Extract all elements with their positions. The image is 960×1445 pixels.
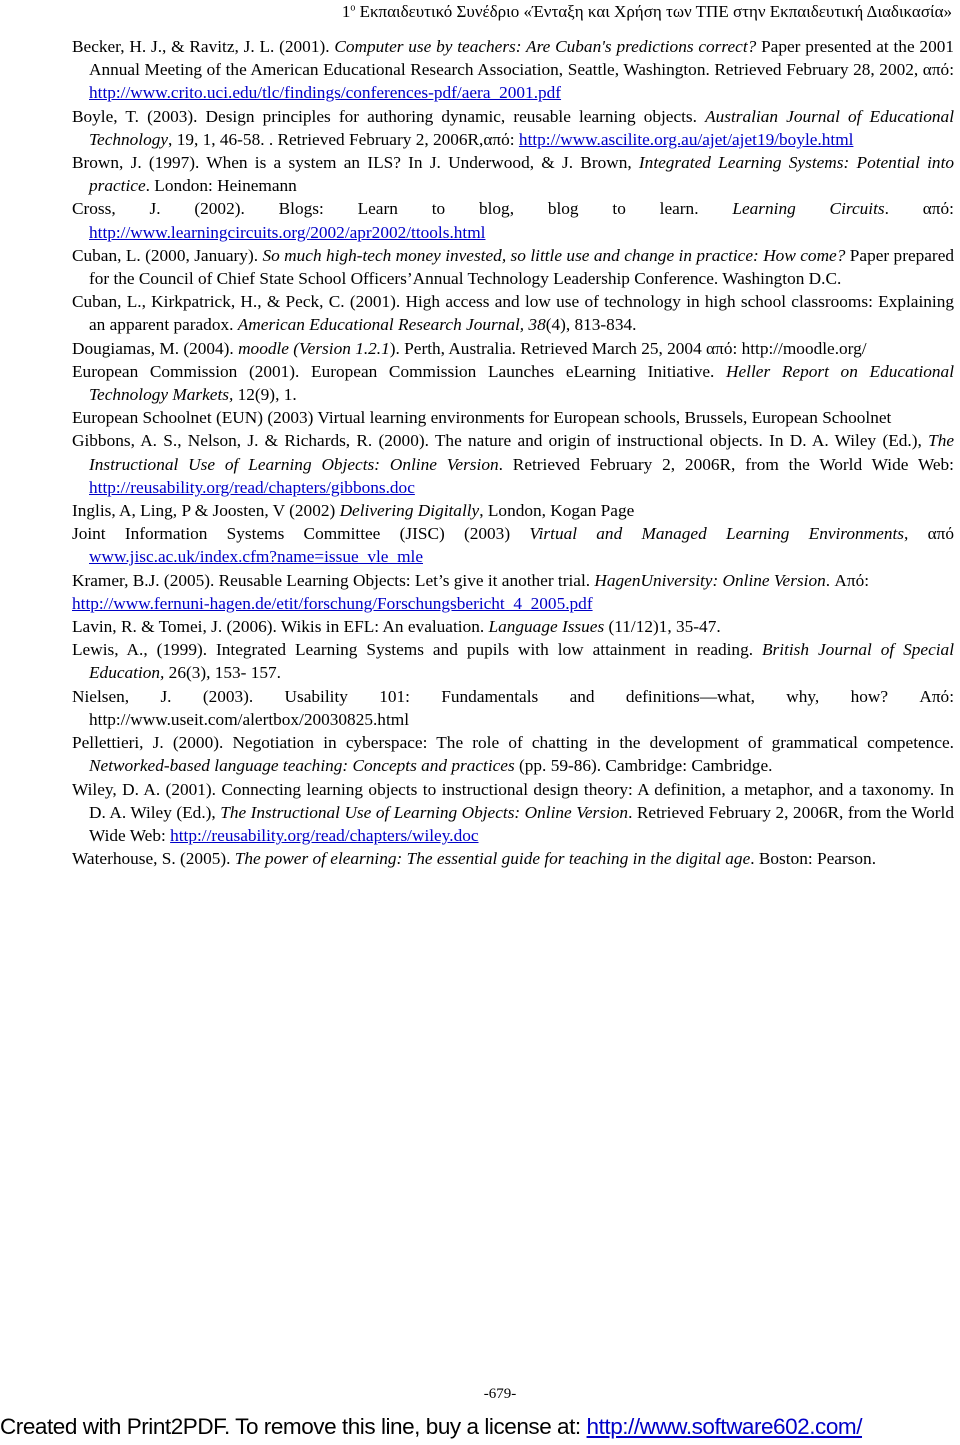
reference-entry: Gibbons, A. S., Nelson, J. & Richards, R… xyxy=(72,429,954,499)
reference-text: , 19, 1, 46-58. . Retrieved February 2, … xyxy=(168,129,519,149)
reference-text: . Boston: Pearson. xyxy=(750,849,877,869)
reference-text: Becker, H. J., & Ravitz, J. L. (2001). xyxy=(72,37,335,56)
reference-entry: Cross, J. (2002). Blogs: Learn to blog, … xyxy=(72,197,954,243)
reference-text: 12(9), 1. xyxy=(233,385,297,405)
reference-italic-title: Language Issues xyxy=(488,617,605,637)
reference-url-link[interactable]: http://reusability.org/read/chapters/wil… xyxy=(170,826,478,845)
reference-url-link[interactable]: http://www.ascilite.org.au/ajet/ajet19/b… xyxy=(519,130,854,149)
reference-text: ). Perth, Australia. Retrieved March 25,… xyxy=(389,338,867,358)
reference-list: Becker, H. J., & Ravitz, J. L. (2001). C… xyxy=(72,35,954,870)
header-title: Εκπαιδευτικό Συνέδριο «Ένταξη και Χρήση … xyxy=(355,2,952,21)
reference-entry: Cuban, L. (2000, January). So much high-… xyxy=(72,244,954,290)
reference-text: Joint Information Systems Committee (JIS… xyxy=(72,524,530,544)
reference-text: Cross, J. (2002). Blogs: Learn to blog, … xyxy=(72,199,733,219)
reference-entry: Becker, H. J., & Ravitz, J. L. (2001). C… xyxy=(72,35,954,105)
reference-entry: Waterhouse, S. (2005). The power of elea… xyxy=(72,847,954,870)
reference-text: Inglis, A, Ling, P & Joosten, V (2002) xyxy=(72,501,340,521)
reference-entry: Inglis, A, Ling, P & Joosten, V (2002) D… xyxy=(72,499,954,522)
reference-url-link[interactable]: http://reusability.org/read/chapters/gib… xyxy=(89,478,415,497)
reference-text: Waterhouse, S. (2005). xyxy=(72,849,235,869)
reference-entry: Boyle, T. (2003). Design principles for … xyxy=(72,105,954,151)
reference-entry: Brown, J. (1997). When is a system an IL… xyxy=(72,151,954,197)
reference-text: , από xyxy=(904,524,955,544)
reference-url-link[interactable]: http://www.crito.uci.edu/tlc/findings/co… xyxy=(89,83,561,102)
footer-text: Created with Print2PDF. To remove this l… xyxy=(0,1414,587,1439)
reference-text: Boyle, T. (2003). Design principles for … xyxy=(72,106,706,126)
reference-text: (4), 813-834. xyxy=(545,315,637,335)
reference-text: European Commission (2001). European Com… xyxy=(72,361,727,381)
reference-italic-title: Computer use by teachers: Are Cuban's pr… xyxy=(334,37,757,56)
reference-entry: Pellettieri, J. (2000). Negotiation in c… xyxy=(72,731,954,777)
reference-italic-title: American Educational Research Journal, 3… xyxy=(237,315,546,335)
reference-italic-title: Networked-based language teaching: Conce… xyxy=(89,756,515,776)
reference-text: (11/12)1, 35-47. xyxy=(604,617,721,637)
reference-url-link[interactable]: www.jisc.ac.uk/index.cfm?name=issue_vle_… xyxy=(89,547,423,566)
reference-text: Brown, J. (1997). When is a system an IL… xyxy=(72,153,639,173)
reference-text: Lewis, A., (1999). Integrated Learning S… xyxy=(72,640,762,660)
reference-italic-title: Learning Circuits xyxy=(732,199,885,219)
reference-text: Dougiamas, M. (2004). xyxy=(72,338,239,358)
reference-entry: European Schoolnet (EUN) (2003) Virtual … xyxy=(72,406,954,429)
reference-url-link[interactable]: http://www.fernuni-hagen.de/etit/forschu… xyxy=(72,592,593,615)
reference-text: Cuban, L. (2000, January). xyxy=(72,245,263,265)
reference-entry: Kramer, B.J. (2005). Reusable Learning O… xyxy=(72,569,954,615)
reference-italic-title: Delivering Digitally xyxy=(339,501,480,521)
page-number: -679- xyxy=(483,1386,517,1402)
reference-text: . Retrieved February 2, 2006R, from the … xyxy=(498,454,954,474)
reference-text: . από: xyxy=(884,199,954,219)
print2pdf-footer: Created with Print2PDF. To remove this l… xyxy=(0,1414,960,1440)
reference-entry: European Commission (2001). European Com… xyxy=(72,360,954,406)
reference-text: Lavin, R. & Tomei, J. (2006). Wikis in E… xyxy=(72,617,489,637)
reference-entry: Cuban, L., Kirkpatrick, H., & Peck, C. (… xyxy=(72,290,954,336)
reference-italic-title: The Instructional Use of Learning Object… xyxy=(220,802,629,822)
reference-text: Nielsen, J. (2003). Usability 101: Funda… xyxy=(72,686,954,729)
reference-entry: Lavin, R. & Tomei, J. (2006). Wikis in E… xyxy=(72,615,954,638)
reference-text: . Από: xyxy=(825,570,870,590)
reference-italic-title: HagenUniversity: Online Version xyxy=(594,570,826,590)
reference-entry: Wiley, D. A. (2001). Connecting learning… xyxy=(72,778,954,848)
reference-text: 26(3), 153- 157. xyxy=(164,663,281,683)
reference-entry: Nielsen, J. (2003). Usability 101: Funda… xyxy=(72,685,954,731)
reference-italic-title: The power of elearning: The essential gu… xyxy=(234,849,751,869)
reference-entry: Joint Information Systems Committee (JIS… xyxy=(72,522,954,568)
reference-text: Gibbons, A. S., Nelson, J. & Richards, R… xyxy=(72,431,929,451)
reference-italic-title: Virtual and Managed Learning Environment… xyxy=(529,524,904,544)
reference-text: (pp. 59-86). Cambridge: Cambridge. xyxy=(514,756,773,776)
reference-entry: Dougiamas, M. (2004). moodle (Version 1.… xyxy=(72,337,954,360)
reference-url-link[interactable]: http://www.learningcircuits.org/2002/apr… xyxy=(89,223,485,242)
reference-text: Pellettieri, J. (2000). Negotiation in c… xyxy=(72,733,954,753)
footer-license-link[interactable]: http://www.software602.com/ xyxy=(587,1414,863,1439)
reference-entry: Lewis, A., (1999). Integrated Learning S… xyxy=(72,638,954,684)
page-header: 1ο Εκπαιδευτικό Συνέδριο «Ένταξη και Χρή… xyxy=(342,2,952,22)
reference-text: European Schoolnet (EUN) (2003) Virtual … xyxy=(72,408,892,428)
reference-text: , London, Kogan Page xyxy=(479,501,635,521)
reference-text: . London: Heinemann xyxy=(145,176,297,196)
reference-italic-title: moodle (Version 1.2.1 xyxy=(238,338,390,358)
reference-text: Kramer, B.J. (2005). Reusable Learning O… xyxy=(72,570,595,590)
reference-italic-title: So much high-tech money invested, so lit… xyxy=(262,245,846,265)
